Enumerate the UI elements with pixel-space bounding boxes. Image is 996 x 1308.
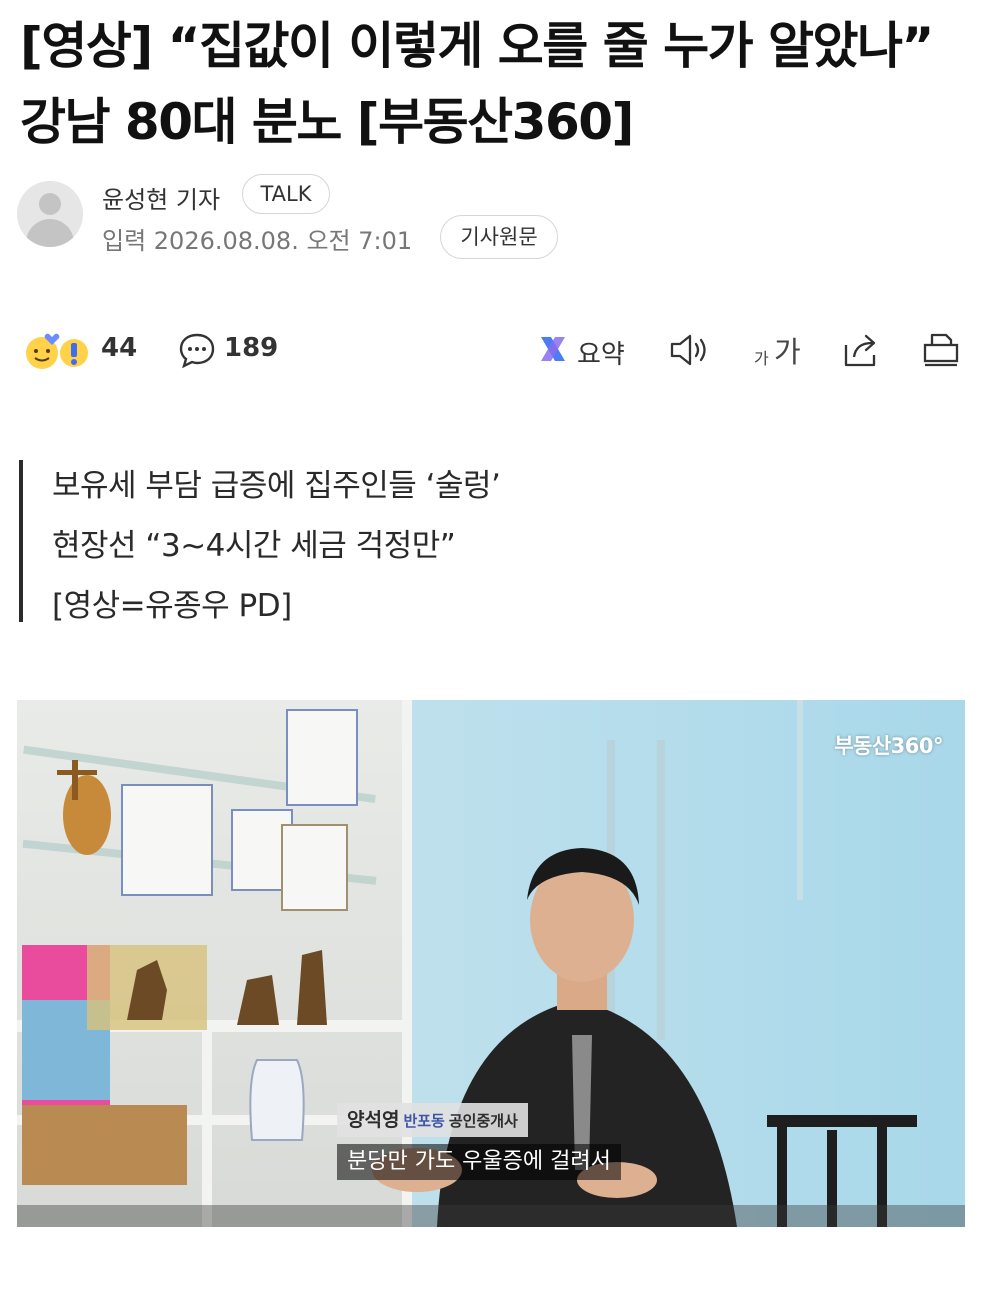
subtitle-line: 현장선 “3~4시간 세금 걱정만” <box>52 528 456 564</box>
speaker-place: 반포동 <box>403 1112 445 1130</box>
reporter-name[interactable]: 윤성현 기자 <box>102 180 220 215</box>
talk-button[interactable]: TALK <box>242 174 330 214</box>
video-player[interactable]: 부동산360° 양석영 반포동 공인중개사 분당만 가도 우울증에 걸려서 <box>17 700 965 1227</box>
article-subtitles: 보유세 부담 급증에 집주인들 ‘술렁’ 현장선 “3~4시간 세금 걱정만” … <box>19 460 723 624</box>
reaction-count: 44 <box>101 333 138 363</box>
publish-date: 입력 2026.08.08. 오전 7:01 <box>102 227 413 255</box>
original-article-button[interactable]: 기사원문 <box>440 215 558 259</box>
reporter-avatar[interactable] <box>17 181 83 247</box>
comment-icon[interactable] <box>178 331 216 369</box>
subtitle-line: 보유세 부담 급증에 집주인들 ‘술렁’ <box>52 468 501 504</box>
font-small-label: 가 <box>754 349 769 368</box>
video-caption: 분당만 가도 우울증에 걸려서 <box>337 1144 621 1180</box>
comment-count: 189 <box>224 333 279 363</box>
print-icon[interactable] <box>921 331 961 369</box>
share-icon[interactable] <box>842 331 882 369</box>
font-size-icon[interactable]: 가 가 <box>754 329 804 369</box>
font-large-label: 가 <box>774 335 801 369</box>
article-title: [영상] “집값이 이렇게 오를 줄 누가 알았나” 강남 80대 분노 [부동… <box>20 17 934 151</box>
summary-button[interactable]: 요약 <box>577 334 625 371</box>
article-toolbar: 44 189 요약 가 가 <box>0 325 996 377</box>
subtitle-line: [영상=유종우 PD] <box>52 588 292 624</box>
speaker-lower-third: 양석영 반포동 공인중개사 <box>337 1103 528 1137</box>
speaker-role: 공인중개사 <box>448 1112 518 1130</box>
video-watermark: 부동산360° <box>834 734 943 758</box>
speaker-icon[interactable] <box>668 331 712 369</box>
speaker-name: 양석영 <box>347 1109 400 1131</box>
reaction-icon[interactable] <box>22 331 92 371</box>
summary-icon[interactable] <box>537 333 569 365</box>
